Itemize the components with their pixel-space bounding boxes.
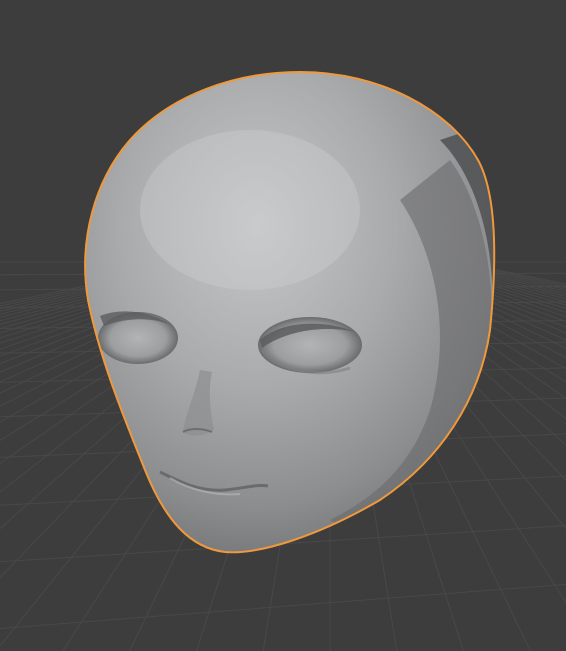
head-mesh[interactable] <box>80 70 560 560</box>
3d-viewport[interactable] <box>0 0 566 651</box>
grid-line <box>0 583 566 629</box>
viewport-canvas[interactable] <box>0 0 566 651</box>
